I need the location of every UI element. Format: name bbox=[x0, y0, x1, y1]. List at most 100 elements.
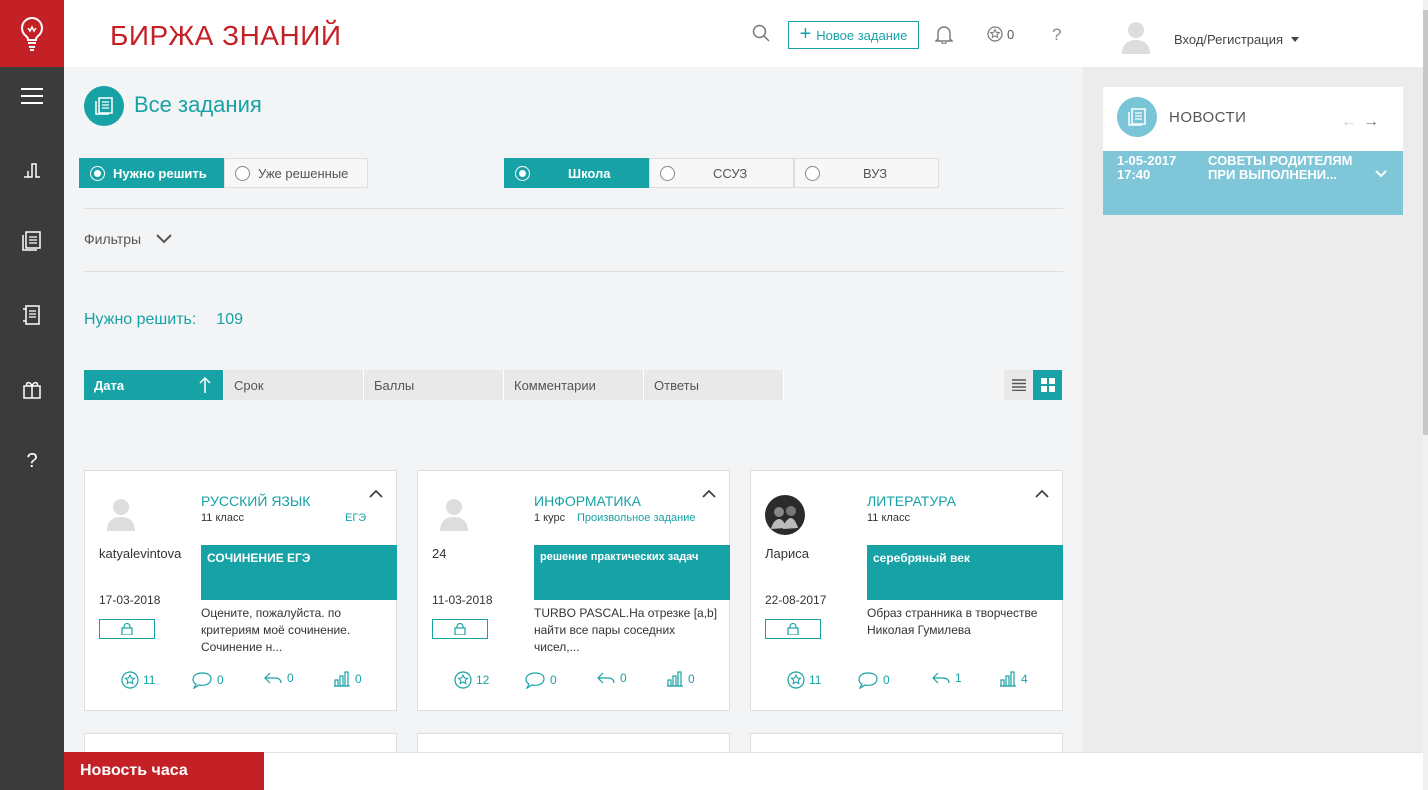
new-task-label: Новое задание bbox=[816, 27, 908, 43]
sort-answers[interactable]: Ответы bbox=[644, 370, 784, 400]
tab-label: ССУЗ bbox=[713, 165, 748, 181]
list-view-icon[interactable] bbox=[1004, 370, 1033, 400]
avatar bbox=[101, 497, 141, 537]
stat-value: 12 bbox=[476, 673, 490, 687]
points-indicator[interactable]: 0 bbox=[987, 26, 1014, 42]
help-question-icon[interactable]: ? bbox=[1052, 25, 1061, 45]
tab-vuz[interactable]: ВУЗ bbox=[794, 158, 939, 188]
tab-label: Школа bbox=[568, 165, 611, 181]
tab-solved[interactable]: Уже решенные bbox=[224, 158, 368, 188]
filters-label: Фильтры bbox=[84, 231, 142, 247]
card-username[interactable]: 24 bbox=[432, 546, 446, 561]
tasks-icon[interactable] bbox=[0, 221, 64, 261]
card-stats: 11 0 1 4 bbox=[751, 671, 1064, 691]
arrow-left-icon[interactable]: ← bbox=[1341, 113, 1363, 130]
sort-deadline[interactable]: Срок bbox=[224, 370, 364, 400]
news-widget: НОВОСТИ ←→ 1-05-2017 17:40 Советы родите… bbox=[1103, 87, 1403, 215]
login-label: Вход/Регистрация bbox=[1174, 32, 1284, 47]
sidebar: ? bbox=[0, 0, 64, 790]
sort-comments[interactable]: Комментарии bbox=[504, 370, 644, 400]
card-username[interactable]: Лариса bbox=[765, 546, 809, 561]
star-icon bbox=[987, 26, 1003, 42]
stat-value: 0 bbox=[355, 672, 362, 686]
stat-value: 1 bbox=[955, 671, 962, 685]
tab-label: ВУЗ bbox=[863, 165, 888, 181]
lock-icon bbox=[432, 619, 488, 639]
task-card[interactable]: katyalevintova 17-03-2018 РУССКИЙ ЯЗЫК 1… bbox=[84, 470, 397, 711]
tab-label: Уже решенные bbox=[258, 165, 349, 181]
avatar bbox=[765, 495, 805, 535]
stat-value: 0 bbox=[550, 673, 557, 687]
brand-title[interactable]: БИРЖА ЗНАНИЙ bbox=[110, 20, 341, 52]
tab-school[interactable]: Школа bbox=[504, 158, 649, 188]
reply-icon bbox=[932, 672, 950, 684]
card-title-banner[interactable]: серебряный век bbox=[867, 545, 1063, 600]
news-pager: ←→ bbox=[1341, 113, 1385, 131]
chevron-up-icon[interactable] bbox=[1035, 485, 1049, 503]
card-subject[interactable]: РУССКИЙ ЯЗЫК bbox=[201, 493, 310, 509]
news-title: НОВОСТИ bbox=[1169, 109, 1247, 126]
chevron-up-icon[interactable] bbox=[369, 485, 383, 503]
chart-icon[interactable] bbox=[0, 150, 64, 190]
page-title: Все задания bbox=[134, 92, 262, 117]
news-date: 1-05-2017 17:40 bbox=[1117, 154, 1176, 182]
card-subject[interactable]: ЛИТЕРАТУРА bbox=[867, 493, 956, 509]
avatar bbox=[434, 497, 474, 537]
search-icon[interactable] bbox=[752, 24, 770, 47]
chevron-down-icon bbox=[156, 234, 172, 244]
tasks-page-icon bbox=[84, 86, 124, 126]
stat-stars: 12 bbox=[454, 671, 489, 689]
chevron-down-icon[interactable] bbox=[1375, 165, 1387, 183]
bars-icon bbox=[334, 671, 350, 687]
tab-ssuz[interactable]: ССУЗ bbox=[649, 158, 794, 188]
news-date-value: 1-05-2017 bbox=[1117, 153, 1177, 168]
filters-toggle[interactable]: Фильтры bbox=[84, 231, 173, 247]
card-username[interactable]: katyalevintova bbox=[99, 546, 181, 561]
arrow-up-icon bbox=[199, 377, 211, 393]
card-grade: 11 класс bbox=[201, 512, 244, 524]
news-item[interactable]: 1-05-2017 17:40 Советы родителям при вып… bbox=[1103, 151, 1403, 215]
radio-icon bbox=[660, 165, 675, 181]
task-card[interactable]: 24 11-03-2018 ИНФОРМАТИКА 1 курс Произво… bbox=[417, 470, 730, 711]
right-rail: НОВОСТИ ←→ 1-05-2017 17:40 Советы родите… bbox=[1083, 67, 1423, 790]
news-time-value: 17:40 bbox=[1117, 167, 1151, 182]
avatar[interactable] bbox=[1121, 20, 1151, 61]
card-title-banner[interactable]: решение практических задач bbox=[534, 545, 730, 600]
card-title-banner[interactable]: СОЧИНЕНИЕ ЕГЭ bbox=[201, 545, 397, 600]
news-of-hour-label[interactable]: Новость часа bbox=[64, 752, 264, 790]
lock-icon bbox=[99, 619, 155, 639]
logo-lightbulb-icon[interactable] bbox=[0, 0, 64, 67]
login-dropdown[interactable]: Вход/Регистрация bbox=[1174, 32, 1300, 47]
status-tabs: Нужно решить Уже решенные bbox=[79, 158, 368, 188]
card-grade: 11 класс bbox=[867, 512, 910, 524]
card-subject[interactable]: ИНФОРМАТИКА bbox=[534, 493, 641, 509]
sort-points[interactable]: Баллы bbox=[364, 370, 504, 400]
tab-need-solve[interactable]: Нужно решить bbox=[79, 158, 224, 188]
sort-date[interactable]: Дата bbox=[84, 370, 224, 400]
card-date: 22-08-2017 bbox=[765, 593, 827, 607]
star-icon bbox=[454, 671, 472, 689]
gift-icon[interactable] bbox=[0, 369, 64, 409]
stat-answers: 0 bbox=[596, 671, 627, 685]
points-count: 0 bbox=[1007, 26, 1015, 42]
task-card[interactable]: Лариса 22-08-2017 ЛИТЕРАТУРА 11 класс се… bbox=[750, 470, 1063, 711]
scrollbar[interactable] bbox=[1423, 0, 1428, 790]
menu-icon[interactable] bbox=[0, 76, 64, 116]
grid-view-icon[interactable] bbox=[1033, 370, 1062, 400]
comment-icon bbox=[525, 672, 545, 689]
news-icon bbox=[1117, 97, 1157, 137]
document-icon[interactable] bbox=[0, 295, 64, 335]
bell-icon[interactable] bbox=[934, 24, 954, 49]
count-value: 109 bbox=[216, 311, 243, 328]
help-icon[interactable]: ? bbox=[0, 441, 64, 481]
arrow-right-icon[interactable]: → bbox=[1363, 113, 1385, 130]
card-description: TURBO PASCAL.На отрезке [a,b] найти все … bbox=[534, 606, 718, 654]
new-task-button[interactable]: + Новое задание bbox=[788, 21, 919, 49]
star-icon bbox=[121, 671, 139, 689]
comment-icon bbox=[858, 672, 878, 689]
radio-icon bbox=[235, 165, 250, 181]
comment-icon bbox=[192, 672, 212, 689]
scroll-thumb[interactable] bbox=[1423, 10, 1428, 435]
chevron-up-icon[interactable] bbox=[702, 485, 716, 503]
reply-icon bbox=[264, 672, 282, 684]
